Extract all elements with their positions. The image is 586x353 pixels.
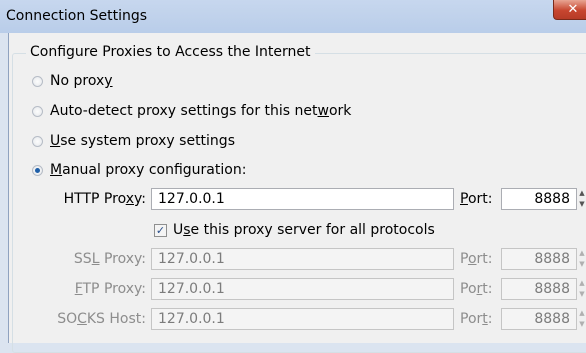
http-port-spinner[interactable]: ▲ ▼ bbox=[578, 188, 586, 210]
ftp-port-spinner[interactable]: ▲ ▼ bbox=[578, 278, 586, 300]
http-port-input[interactable]: 8888 bbox=[501, 188, 577, 210]
radio-button[interactable] bbox=[32, 105, 43, 117]
http-proxy-input[interactable]: 127.0.0.1 bbox=[151, 188, 454, 210]
http-proxy-label: HTTP Proxy: bbox=[63, 191, 146, 207]
radio-button[interactable] bbox=[32, 75, 43, 87]
spin-up-icon[interactable]: ▲ bbox=[578, 248, 586, 259]
ssl-proxy-input[interactable]: 127.0.0.1 bbox=[151, 248, 454, 270]
socks-host-label: SOCKS Host: bbox=[57, 311, 146, 327]
spin-down-icon[interactable]: ▼ bbox=[578, 289, 586, 300]
radio-label: Manual proxy configuration: bbox=[50, 162, 247, 178]
ssl-port-input[interactable]: 8888 bbox=[501, 248, 577, 270]
share-proxy-checkbox[interactable]: ✓ bbox=[154, 223, 167, 237]
spin-down-icon[interactable]: ▼ bbox=[578, 319, 586, 330]
socks-port-spinner[interactable]: ▲ ▼ bbox=[578, 308, 586, 330]
close-button[interactable]: ✕ bbox=[553, 0, 586, 20]
socks-port-label: Port: bbox=[460, 311, 493, 327]
ftp-port-input[interactable]: 8888 bbox=[501, 278, 577, 300]
radio-button[interactable] bbox=[32, 135, 43, 147]
radio-label: No proxy bbox=[50, 73, 113, 89]
radio-button-selected[interactable] bbox=[32, 164, 43, 176]
radio-manual-proxy[interactable]: Manual proxy configuration: bbox=[32, 160, 246, 180]
radio-no-proxy[interactable]: No proxy bbox=[32, 71, 113, 91]
radio-label: Use system proxy settings bbox=[50, 133, 235, 149]
ssl-proxy-label: SSL Proxy: bbox=[73, 251, 146, 267]
spin-down-icon[interactable]: ▼ bbox=[578, 199, 586, 210]
ftp-proxy-input[interactable]: 127.0.0.1 bbox=[151, 278, 454, 300]
socks-port-input[interactable]: 8888 bbox=[501, 308, 577, 330]
radio-label: Auto-detect proxy settings for this netw… bbox=[50, 103, 352, 119]
share-proxy-label: Use this proxy server for all protocols bbox=[173, 222, 435, 238]
socks-host-input[interactable]: 127.0.0.1 bbox=[151, 308, 454, 330]
ssl-port-spinner[interactable]: ▲ ▼ bbox=[578, 248, 586, 270]
ssl-port-label: Port: bbox=[460, 251, 493, 267]
checkmark-icon: ✓ bbox=[155, 223, 166, 237]
spin-up-icon[interactable]: ▲ bbox=[578, 308, 586, 319]
ftp-port-label: Port: bbox=[460, 281, 493, 297]
spin-down-icon[interactable]: ▼ bbox=[578, 259, 586, 270]
close-icon: ✕ bbox=[567, 2, 579, 17]
http-port-label: Port: bbox=[460, 191, 493, 207]
ftp-proxy-label: FTP Proxy: bbox=[74, 281, 146, 297]
spin-up-icon[interactable]: ▲ bbox=[578, 278, 586, 289]
groupbox-legend: Configure Proxies to Access the Internet bbox=[26, 44, 315, 60]
spin-up-icon[interactable]: ▲ bbox=[578, 188, 586, 199]
window-title: Connection Settings bbox=[6, 8, 148, 24]
radio-system-proxy[interactable]: Use system proxy settings bbox=[32, 131, 235, 151]
radio-auto-detect[interactable]: Auto-detect proxy settings for this netw… bbox=[32, 101, 351, 121]
title-bar[interactable]: Connection Settings ✕ bbox=[0, 0, 586, 33]
share-proxy-checkbox-row[interactable]: ✓ Use this proxy server for all protocol… bbox=[154, 219, 435, 241]
